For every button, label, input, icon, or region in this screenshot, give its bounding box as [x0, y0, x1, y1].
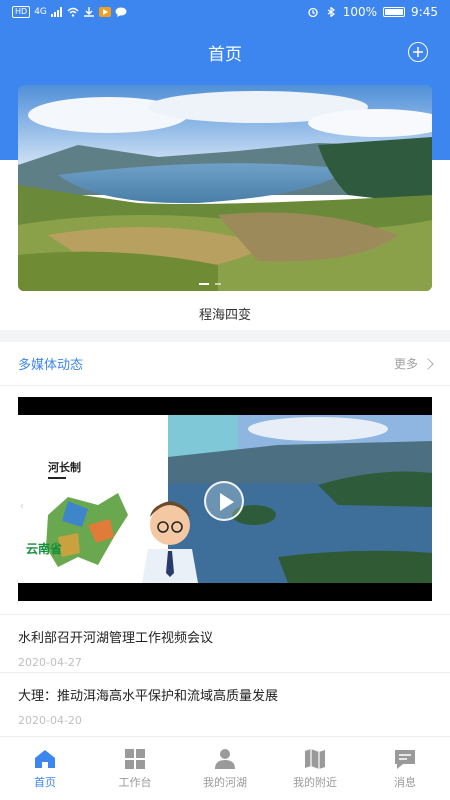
title-bar: 首页 [0, 30, 450, 74]
nav-item-workbench[interactable]: 工作台 [90, 737, 180, 800]
video-overlay-title: 河长制 [48, 461, 81, 474]
section-divider [0, 330, 450, 342]
grid-icon [125, 748, 145, 769]
news-item[interactable]: 大理：推动洱海高水平保护和流域高质量发展 2020-04-20 [0, 672, 450, 730]
add-button[interactable] [408, 42, 428, 62]
nav-label: 首页 [34, 775, 56, 789]
play-button[interactable] [204, 481, 244, 521]
multimedia-section-header: 多媒体动态 更多 [0, 342, 450, 386]
map-icon [305, 748, 325, 769]
nav-item-messages[interactable]: 消息 [360, 737, 450, 800]
network-badge: 4G [34, 7, 47, 17]
bottom-navigation: 首页 工作台 我的河湖 我的附近 消息 [0, 736, 450, 800]
nav-item-home[interactable]: 首页 [0, 737, 90, 800]
home-icon [35, 749, 55, 768]
nav-label: 工作台 [118, 775, 152, 789]
news-item[interactable]: 水利部召开河湖管理工作视频会议 2020-04-27 [0, 614, 450, 672]
status-bar: HD 4G 100% 9:45 [0, 0, 450, 24]
video-player[interactable]: 河长制 云南省 ‹ [18, 397, 432, 601]
hd-badge: HD [12, 6, 31, 18]
alarm-icon [308, 7, 318, 17]
nav-item-nearby[interactable]: 我的附近 [270, 737, 360, 800]
clock: 9:45 [411, 5, 438, 19]
more-link[interactable]: 更多 [393, 355, 434, 372]
chat-notification-icon [115, 7, 127, 17]
chevron-left-icon[interactable]: ‹ [20, 501, 24, 512]
signal-icon [50, 7, 62, 17]
nav-label: 我的附近 [293, 775, 337, 789]
carousel-dot [215, 283, 221, 285]
bluetooth-icon [327, 7, 335, 17]
carousel-dot-active [199, 283, 209, 285]
page-title: 首页 [208, 44, 242, 65]
banner-carousel[interactable] [18, 85, 432, 291]
wifi-icon [67, 7, 79, 17]
more-label: 更多 [393, 357, 418, 371]
video-overlay-province: 云南省 [26, 542, 63, 556]
section-title: 多媒体动态 [18, 358, 84, 373]
video-title-underline [48, 477, 66, 479]
chevron-right-icon [422, 357, 434, 370]
home-screen: HD 4G 100% 9:45 首页 程海四变 多媒体动态 更多 河长制 云南省… [0, 0, 450, 800]
battery-percentage: 100% [342, 5, 378, 19]
banner-caption: 程海四变 [198, 308, 251, 323]
carousel-indicator [199, 283, 221, 285]
plus-icon [413, 47, 423, 57]
message-icon [395, 749, 415, 769]
nav-item-my-rivers[interactable]: 我的河湖 [180, 737, 270, 800]
news-date: 2020-04-20 [18, 714, 82, 727]
news-title: 大理：推动洱海高水平保护和流域高质量发展 [18, 689, 279, 704]
play-notification-icon [98, 7, 111, 17]
download-icon [83, 7, 94, 17]
nav-label: 消息 [394, 775, 416, 789]
news-date: 2020-04-27 [18, 656, 82, 669]
news-title: 水利部召开河湖管理工作视频会议 [18, 631, 214, 646]
battery-icon [383, 7, 406, 17]
person-icon [215, 748, 235, 769]
banner-image [18, 85, 432, 291]
nav-label: 我的河湖 [203, 775, 247, 789]
